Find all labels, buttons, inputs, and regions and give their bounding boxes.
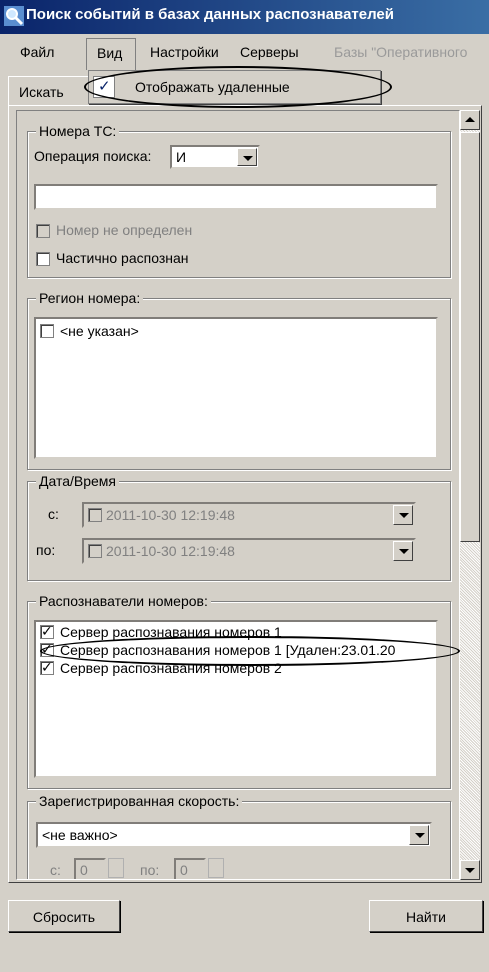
list-item-label: <не указан>	[60, 323, 139, 339]
speed-from-label: с:	[50, 862, 61, 878]
date-to-label: по:	[36, 542, 56, 558]
speed-group-title: Зарегистрированная скорость:	[36, 793, 243, 809]
menu-settings[interactable]: Настройки	[150, 44, 219, 60]
date-from-checkbox[interactable]	[88, 508, 102, 522]
menu-databases: Базы "Оперативного	[334, 44, 468, 60]
not-detected-label: Номер не определен	[56, 222, 193, 238]
menu-bar: Файл Настройки Серверы Базы "Оперативног…	[0, 34, 489, 68]
menu-file[interactable]: Файл	[20, 44, 54, 60]
region-group: Регион номера: <не указан>	[27, 290, 451, 470]
window-title: Поиск событий в базах данных распознават…	[26, 6, 394, 23]
partial-label: Частично распознан	[56, 250, 189, 266]
region-checkbox[interactable]	[40, 324, 54, 338]
recognizer-checkbox[interactable]: ✓	[40, 623, 54, 639]
recognizers-list[interactable]: ✓ Сервер распознавания номеров 1 ✓ Серве…	[34, 620, 438, 778]
date-to-picker[interactable]: 2011-10-30 12:19:48	[82, 538, 416, 564]
date-to-checkbox[interactable]	[88, 544, 102, 558]
speed-to-label: по:	[140, 862, 160, 878]
operation-value: И	[176, 149, 187, 165]
region-group-title: Регион номера:	[36, 290, 144, 306]
speed-from-input: 0	[74, 858, 106, 879]
recognizer-checkbox[interactable]: ✓	[40, 641, 54, 657]
operation-label: Операция поиска:	[34, 148, 152, 164]
check-icon: ✓	[93, 76, 115, 98]
recognizer-checkbox[interactable]: ✓	[40, 659, 54, 675]
date-from-picker[interactable]: 2011-10-30 12:19:48	[82, 502, 416, 528]
date-from-value: 2011-10-30 12:19:48	[106, 507, 235, 523]
reset-button-label: Сбросить	[32, 909, 96, 925]
chevron-down-icon	[393, 505, 413, 525]
recognizers-group: Распознаватели номеров: ✓ Сервер распозн…	[27, 593, 451, 789]
find-button[interactable]: Найти	[369, 900, 483, 932]
speed-select[interactable]: <не важно>	[36, 822, 432, 848]
chevron-down-icon	[393, 541, 413, 561]
speed-to-spinner	[208, 858, 224, 878]
menu-servers[interactable]: Серверы	[240, 44, 299, 60]
find-button-label: Найти	[406, 909, 446, 925]
menu-view-label: Вид	[97, 45, 123, 61]
scroll-up-button[interactable]	[460, 110, 480, 130]
not-detected-checkbox	[36, 224, 50, 238]
view-menu-dropdown: ✓ Отображать удаленные	[88, 70, 381, 104]
title-bar: Поиск событий в базах данных распознават…	[0, 0, 489, 34]
date-to-value: 2011-10-30 12:19:48	[106, 543, 235, 559]
vertical-scrollbar[interactable]	[460, 110, 480, 880]
list-item-label: Сервер распознавания номеров 2	[60, 660, 282, 676]
datetime-group: Дата/Время с: 2011-10-30 12:19:48 по: 20…	[27, 473, 451, 581]
list-item-label: Сервер распознавания номеров 1 [Удален:2…	[60, 642, 396, 658]
plate-group: Номера ТС: Операция поиска: И Номер не о…	[27, 123, 451, 278]
menu-view[interactable]: Вид	[86, 38, 136, 70]
partial-checkbox[interactable]	[36, 252, 50, 266]
region-list[interactable]: <не указан>	[34, 317, 438, 459]
show-deleted-menu-item[interactable]: Отображать удаленные	[135, 79, 290, 95]
recognizers-group-title: Распознаватели номеров:	[36, 593, 211, 609]
chevron-down-icon	[237, 148, 257, 166]
speed-to-input: 0	[174, 858, 206, 879]
plate-input[interactable]	[34, 184, 438, 210]
speed-select-value: <не важно>	[42, 827, 118, 843]
reset-button[interactable]: Сбросить	[8, 900, 120, 932]
operation-select[interactable]: И	[170, 145, 260, 169]
list-item-label: Сервер распознавания номеров 1	[60, 624, 282, 640]
scrollbar-thumb[interactable]	[460, 132, 480, 542]
tab-search-label: Искать	[19, 84, 64, 100]
datetime-group-title: Дата/Время	[36, 473, 120, 489]
scroll-down-button[interactable]	[460, 860, 480, 880]
speed-from-spinner	[108, 858, 124, 878]
search-icon	[4, 6, 24, 26]
speed-group: Зарегистрированная скорость: <не важно> …	[27, 793, 451, 879]
search-form: Номера ТС: Операция поиска: И Номер не о…	[16, 110, 460, 880]
date-from-label: с:	[48, 506, 59, 522]
tab-search[interactable]: Искать	[8, 76, 90, 106]
chevron-down-icon	[409, 825, 429, 845]
plate-group-title: Номера ТС:	[36, 123, 120, 139]
